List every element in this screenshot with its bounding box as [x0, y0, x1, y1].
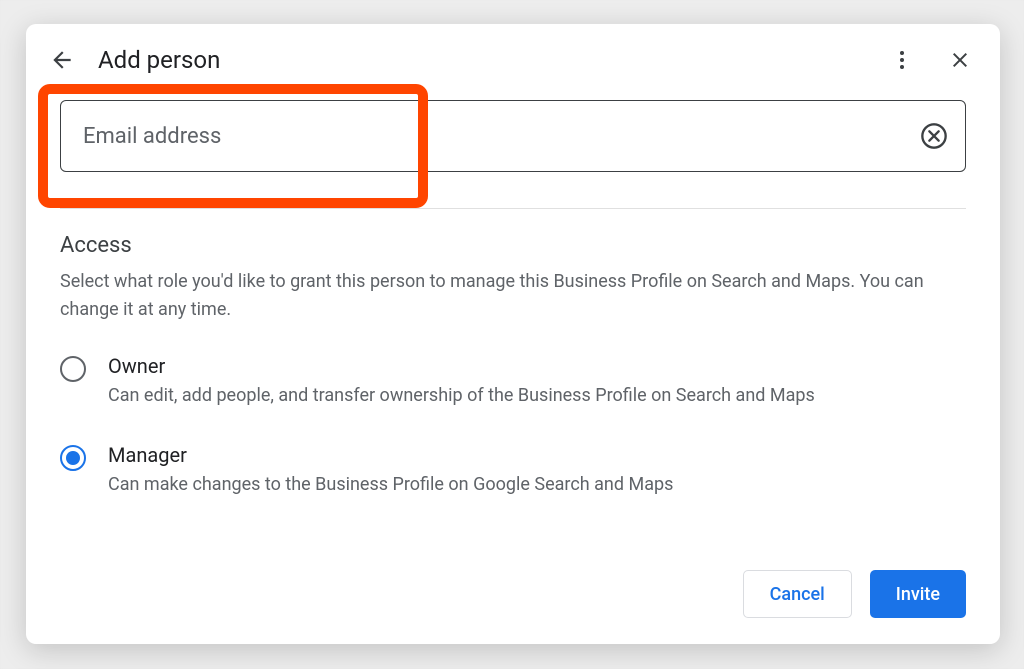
dialog-body: Access Select what role you'd like to gr…: [26, 94, 1000, 570]
role-option-owner[interactable]: Owner Can edit, add people, and transfer…: [60, 354, 966, 409]
dialog-footer: Cancel Invite: [26, 570, 1000, 644]
header-actions: [884, 42, 978, 78]
access-section-title: Access: [60, 233, 966, 258]
role-label: Owner: [108, 354, 966, 378]
cancel-button[interactable]: Cancel: [743, 570, 852, 618]
clear-circle-icon: [920, 122, 948, 150]
invite-button[interactable]: Invite: [870, 570, 966, 618]
close-icon: [948, 48, 972, 72]
email-field-wrap: [60, 100, 966, 172]
more-vertical-icon: [890, 48, 914, 72]
dialog-title: Add person: [98, 46, 866, 74]
divider: [60, 208, 966, 209]
back-button[interactable]: [44, 42, 80, 78]
role-desc: Can edit, add people, and transfer owner…: [108, 382, 966, 409]
arrow-left-icon: [49, 47, 75, 73]
role-desc: Can make changes to the Business Profile…: [108, 471, 966, 498]
role-text: Manager Can make changes to the Business…: [108, 443, 966, 498]
radio-icon: [60, 356, 86, 382]
add-person-dialog: Add person Access Select what role you'd…: [26, 24, 1000, 644]
more-options-button[interactable]: [884, 42, 920, 78]
access-section-desc: Select what role you'd like to grant thi…: [60, 268, 966, 324]
dialog-header: Add person: [26, 24, 1000, 94]
role-label: Manager: [108, 443, 966, 467]
radio-icon: [60, 445, 86, 471]
close-button[interactable]: [942, 42, 978, 78]
role-text: Owner Can edit, add people, and transfer…: [108, 354, 966, 409]
role-option-manager[interactable]: Manager Can make changes to the Business…: [60, 443, 966, 498]
email-input[interactable]: [60, 100, 966, 172]
clear-input-button[interactable]: [918, 120, 950, 152]
